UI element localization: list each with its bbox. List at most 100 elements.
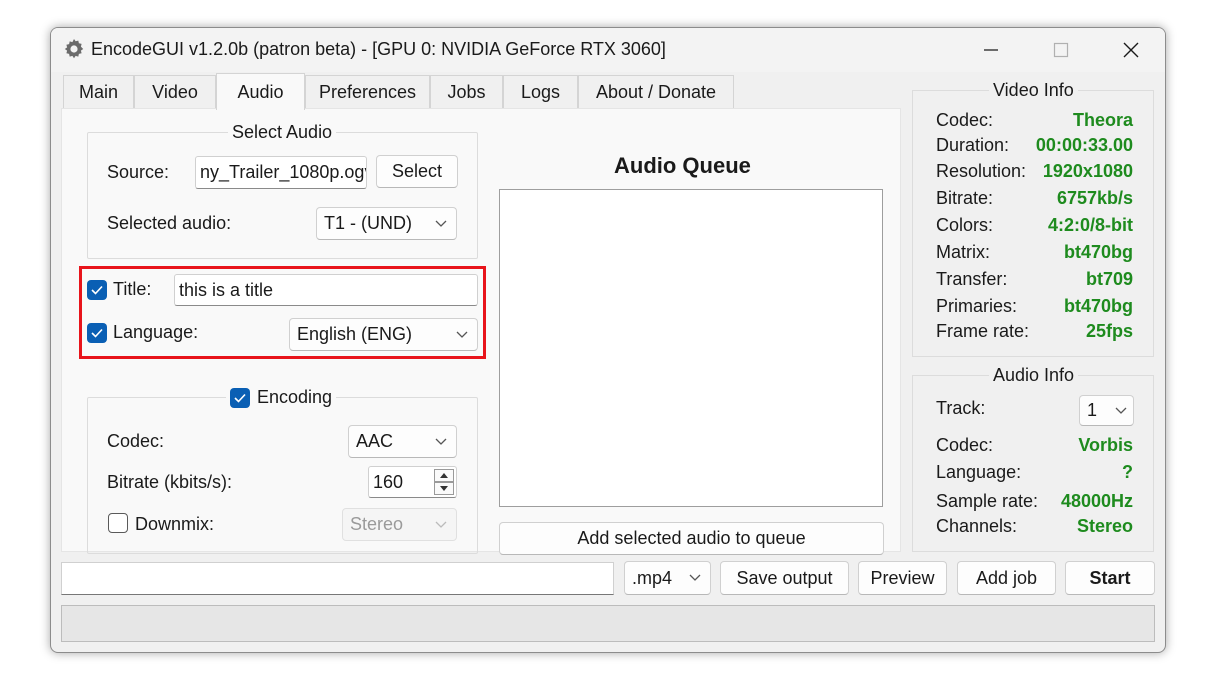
chevron-down-icon [435, 521, 447, 528]
video-bitrate-key: Bitrate: [936, 188, 994, 208]
video-matrix-key: Matrix: [936, 242, 990, 262]
language-label: Language: [113, 322, 199, 342]
tab-jobs[interactable]: Jobs [430, 75, 503, 109]
audio-queue-list[interactable] [499, 189, 883, 507]
tab-main[interactable]: Main [63, 75, 134, 109]
tab-about-donate[interactable]: About / Donate [578, 75, 734, 109]
audio-samplerate-key: Sample rate: [936, 491, 1039, 511]
output-path-input[interactable] [61, 562, 614, 595]
select-audio-group: Select Audio Source: ny_Trailer_1080p.og… [87, 122, 478, 259]
codec-value: AAC [356, 431, 394, 451]
select-audio-legend: Select Audio [228, 122, 337, 143]
add-job-button[interactable]: Add job [957, 561, 1056, 595]
source-field[interactable]: ny_Trailer_1080p.ogv [195, 156, 367, 189]
downmix-checkbox[interactable] [108, 513, 128, 533]
video-duration-value: 00:00:33.00 [1035, 135, 1133, 155]
chevron-down-icon [689, 574, 701, 581]
track-label: Track: [936, 398, 986, 418]
check-icon [91, 285, 103, 295]
downmix-dropdown[interactable]: Stereo [342, 508, 457, 541]
add-to-queue-button[interactable]: Add selected audio to queue [499, 522, 884, 555]
video-primaries-key: Primaries: [936, 296, 1018, 316]
video-colors-value: 4:2:0/8-bit [1047, 215, 1133, 235]
audio-channels-value: Stereo [1076, 516, 1133, 536]
language-checkbox[interactable] [87, 323, 107, 343]
audio-codec-value: Vorbis [1078, 435, 1133, 455]
video-framerate-value: 25fps [1085, 321, 1133, 341]
close-button[interactable] [1108, 35, 1154, 65]
chevron-down-icon [1115, 407, 1127, 414]
codec-label: Codec: [107, 431, 165, 451]
video-info-group: Video Info Codec: Theora Duration: 00:00… [912, 80, 1154, 357]
minimize-button[interactable] [968, 35, 1014, 65]
language-value: English (ENG) [297, 324, 413, 344]
title-input[interactable]: this is a title [174, 274, 478, 306]
container-value: .mp4 [632, 567, 673, 588]
encoding-group: Encoding Codec: AAC Bitrate (kbits/s): 1… [87, 387, 478, 554]
tab-audio[interactable]: Audio [216, 73, 305, 110]
video-codec-key: Codec: [936, 110, 994, 130]
selected-audio-label: Selected audio: [107, 213, 232, 233]
container-dropdown[interactable]: .mp4 [624, 561, 711, 595]
arrow-up-icon[interactable] [434, 469, 454, 482]
video-duration-key: Duration: [936, 135, 1010, 155]
window-title: EncodeGUI v1.2.0b (patron beta) - [GPU 0… [91, 39, 666, 59]
source-label: Source: [107, 162, 170, 182]
video-info-legend: Video Info [989, 80, 1078, 101]
video-bitrate-value: 6757kb/s [1056, 188, 1133, 208]
app-window: EncodeGUI v1.2.0b (patron beta) - [GPU 0… [50, 27, 1166, 653]
progress-bar [61, 605, 1155, 642]
audio-codec-key: Codec: [936, 435, 994, 455]
video-resolution-key: Resolution: [936, 161, 1027, 181]
title-checkbox[interactable] [87, 280, 107, 300]
video-resolution-value: 1920x1080 [1042, 161, 1133, 181]
select-source-button[interactable]: Select [376, 155, 458, 188]
video-primaries-value: bt470bg [1063, 296, 1133, 316]
audio-info-group: Audio Info Track: 1 Codec: Vorbis Langua… [912, 365, 1154, 552]
bitrate-label: Bitrate (kbits/s): [107, 472, 233, 492]
audio-info-legend: Audio Info [989, 365, 1079, 386]
arrow-down-icon[interactable] [434, 482, 454, 495]
tab-preferences[interactable]: Preferences [305, 75, 430, 109]
title-bar: EncodeGUI v1.2.0b (patron beta) - [GPU 0… [51, 28, 1165, 72]
audio-tab-panel: Select Audio Source: ny_Trailer_1080p.og… [61, 108, 901, 555]
audio-language-value: ? [1122, 462, 1133, 482]
selected-audio-dropdown[interactable]: T1 - (UND) [316, 207, 457, 240]
minimize-icon [984, 49, 998, 51]
bitrate-value: 160 [373, 471, 404, 492]
preview-button[interactable]: Preview [858, 561, 947, 595]
tab-logs[interactable]: Logs [503, 75, 578, 109]
audio-language-key: Language: [936, 462, 1022, 482]
audio-queue-title: Audio Queue [614, 153, 751, 178]
bitrate-stepper[interactable]: 160 [368, 466, 457, 498]
video-codec-value: Theora [1072, 110, 1133, 130]
chevron-down-icon [456, 331, 468, 338]
save-output-button[interactable]: Save output [720, 561, 849, 595]
bitrate-spin-arrows[interactable] [434, 469, 454, 495]
audio-channels-key: Channels: [936, 516, 1018, 536]
codec-dropdown[interactable]: AAC [348, 425, 457, 458]
downmix-value: Stereo [350, 514, 404, 534]
tab-video[interactable]: Video [134, 75, 216, 109]
gear-icon [64, 39, 84, 59]
language-dropdown[interactable]: English (ENG) [289, 318, 478, 351]
track-dropdown[interactable]: 1 [1079, 395, 1134, 426]
check-icon [234, 393, 246, 403]
encoding-legend: Encoding [226, 387, 337, 408]
track-value: 1 [1087, 400, 1098, 420]
video-matrix-value: bt470bg [1063, 242, 1133, 262]
start-button[interactable]: Start [1065, 561, 1155, 595]
encoding-label: Encoding [257, 387, 333, 407]
maximize-button[interactable] [1038, 35, 1084, 65]
encoding-checkbox[interactable] [230, 387, 250, 408]
close-icon [1123, 42, 1139, 58]
video-framerate-key: Frame rate: [936, 321, 1030, 341]
chevron-down-icon [435, 438, 447, 445]
video-transfer-key: Transfer: [936, 269, 1008, 289]
maximize-icon [1053, 42, 1069, 58]
chevron-down-icon [435, 220, 447, 227]
audio-samplerate-value: 48000Hz [1060, 491, 1133, 511]
title-label: Title: [113, 279, 152, 299]
video-transfer-value: bt709 [1085, 269, 1133, 289]
video-colors-key: Colors: [936, 215, 994, 235]
